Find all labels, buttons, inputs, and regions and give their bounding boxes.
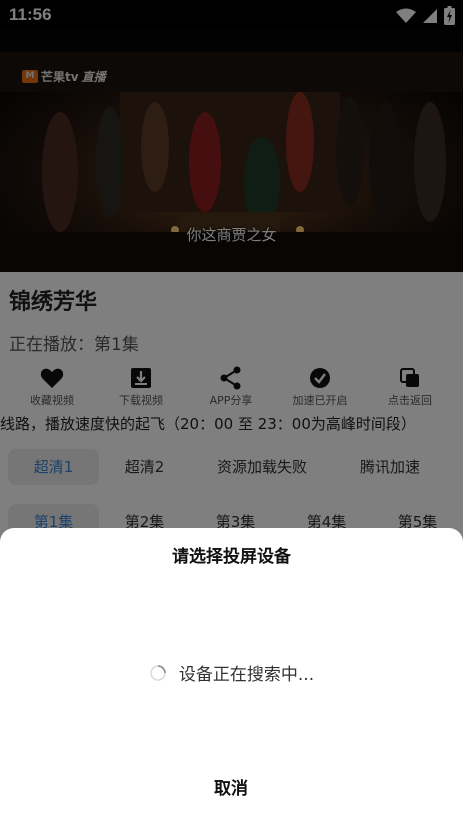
searching-indicator: 设备正在搜索中...: [0, 660, 463, 685]
cast-device-sheet: 请选择投屏设备 设备正在搜索中... 取消: [0, 528, 463, 824]
cancel-button[interactable]: 取消: [181, 774, 281, 804]
searching-text: 设备正在搜索中...: [178, 665, 315, 685]
sheet-title: 请选择投屏设备: [172, 547, 291, 567]
loading-spinner-icon: [150, 664, 166, 681]
